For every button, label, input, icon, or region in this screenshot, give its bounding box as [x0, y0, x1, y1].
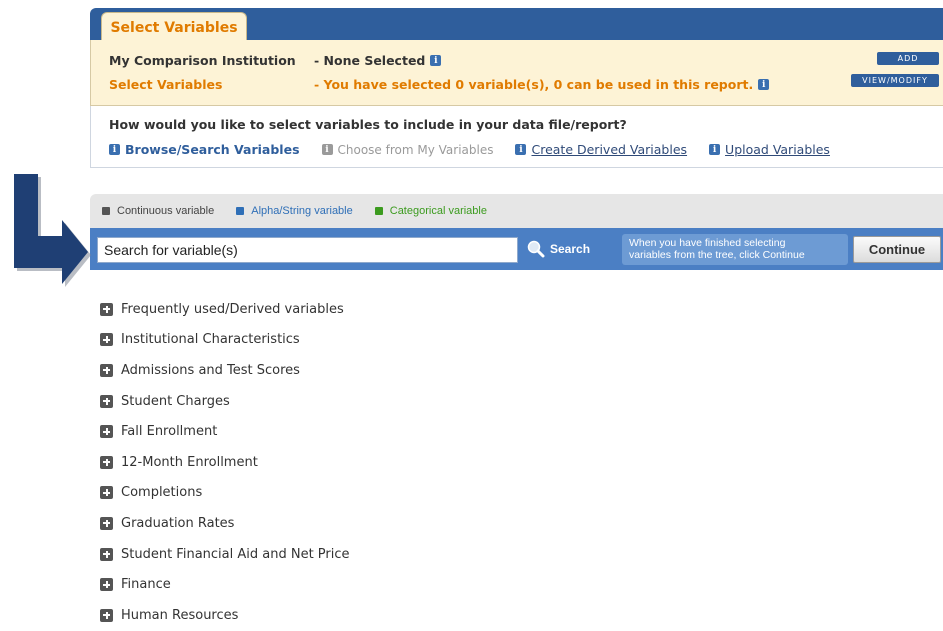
plus-icon[interactable]	[100, 578, 113, 592]
alpha-square-icon	[236, 207, 245, 215]
selection-question: How would you like to select variables t…	[109, 117, 627, 132]
search-bar: Search When you have finished selecting …	[90, 228, 943, 270]
tree-item[interactable]: Finance	[100, 569, 350, 600]
plus-icon[interactable]	[100, 425, 113, 439]
continue-button[interactable]: Continue	[853, 236, 941, 263]
selection-row: Select Variables - You have selected 0 v…	[109, 77, 770, 92]
search-button[interactable]: Search	[527, 237, 590, 261]
tree-item[interactable]: Completions	[100, 478, 350, 509]
tree-item[interactable]: Human Resources	[100, 600, 350, 631]
info-icon[interactable]: i	[430, 55, 442, 66]
info-icon: i	[515, 144, 527, 155]
comparison-label: My Comparison Institution	[109, 53, 296, 68]
legend-categorical: Categorical variable	[374, 205, 487, 217]
add-button[interactable]: ADD	[877, 52, 939, 65]
info-icon: i	[109, 144, 120, 155]
plus-icon[interactable]	[100, 486, 113, 500]
selection-method-links: i Browse/Search Variables i Choose from …	[109, 142, 852, 157]
plus-icon[interactable]	[100, 516, 113, 530]
tab-select-variables[interactable]: Select Variables	[101, 12, 247, 42]
plus-icon[interactable]	[100, 547, 113, 561]
info-icon[interactable]: i	[758, 79, 770, 90]
tree-item[interactable]: Student Financial Aid and Net Price	[100, 539, 350, 570]
selection-value: - You have selected 0 variable(s), 0 can…	[314, 77, 754, 92]
plus-icon[interactable]	[100, 302, 113, 316]
continuous-square-icon	[102, 207, 110, 215]
continue-hint: When you have finished selecting variabl…	[622, 234, 848, 265]
view-modify-button[interactable]: VIEW/MODIFY	[851, 74, 939, 87]
magnifier-icon	[527, 240, 545, 258]
tree-item[interactable]: Graduation Rates	[100, 508, 350, 539]
info-icon: i	[709, 144, 721, 155]
tab-label: Select Variables	[110, 19, 238, 36]
info-icon: i	[321, 144, 333, 155]
create-derived-variables-link[interactable]: i Create Derived Variables	[515, 142, 687, 157]
plus-icon[interactable]	[100, 363, 113, 377]
categorical-square-icon	[374, 207, 383, 215]
tree-item[interactable]: Institutional Characteristics	[100, 325, 350, 356]
selection-label: Select Variables	[109, 77, 223, 92]
comparison-value: - None Selected	[314, 53, 426, 68]
comparison-row: My Comparison Institution - None Selecte…	[109, 53, 442, 68]
plus-icon[interactable]	[100, 608, 113, 622]
arrow-icon	[14, 174, 91, 287]
upload-variables-link[interactable]: i Upload Variables	[709, 142, 830, 157]
legend-continuous: Continuous variable	[102, 205, 214, 217]
selection-method-panel: How would you like to select variables t…	[90, 106, 943, 168]
tree-item[interactable]: Admissions and Test Scores	[100, 355, 350, 386]
variable-tree: Frequently used/Derived variables Instit…	[100, 294, 350, 631]
tree-item[interactable]: Student Charges	[100, 386, 350, 417]
plus-icon[interactable]	[100, 455, 113, 469]
choose-my-variables-link: i Choose from My Variables	[321, 143, 493, 157]
plus-icon[interactable]	[100, 333, 113, 347]
tree-item[interactable]: Frequently used/Derived variables	[100, 294, 350, 325]
browse-search-link[interactable]: i Browse/Search Variables	[109, 142, 300, 157]
selection-status-panel: My Comparison Institution - None Selecte…	[90, 40, 943, 106]
tree-item[interactable]: 12-Month Enrollment	[100, 447, 350, 478]
variable-type-legend: Continuous variable Alpha/String variabl…	[90, 194, 943, 228]
legend-alpha-string: Alpha/String variable	[236, 205, 353, 217]
search-input[interactable]	[97, 237, 518, 263]
tree-item[interactable]: Fall Enrollment	[100, 416, 350, 447]
plus-icon[interactable]	[100, 394, 113, 408]
